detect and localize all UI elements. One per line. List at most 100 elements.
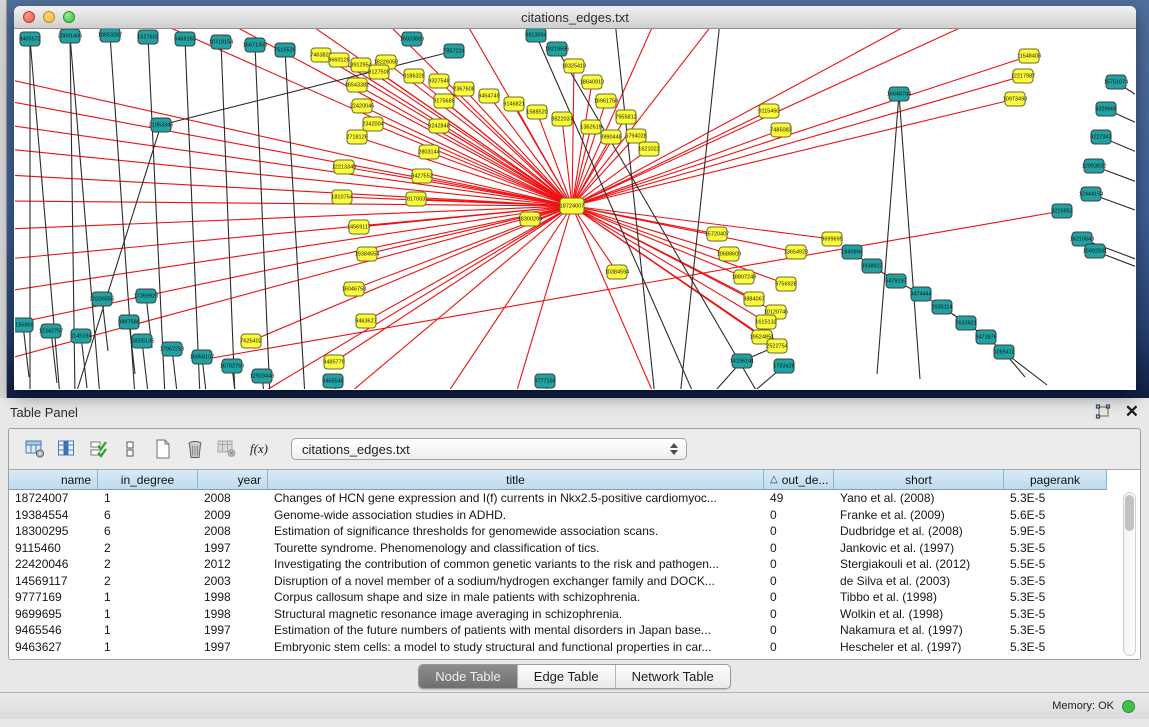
table-cell[interactable]: 0 xyxy=(764,589,834,606)
table-cell[interactable]: 0 xyxy=(764,507,834,524)
table-cell[interactable]: Corpus callosum shape and size in male p… xyxy=(268,589,764,606)
graph-node[interactable]: 18325419 xyxy=(562,59,586,73)
graph-node[interactable]: 12923448 xyxy=(250,369,274,383)
graph-node[interactable]: 7515526 xyxy=(274,43,295,57)
graph-node[interactable]: 16782759 xyxy=(220,359,244,373)
column-header-title[interactable]: title xyxy=(268,470,764,490)
graph-node[interactable]: 16958107 xyxy=(190,350,214,364)
graph-node[interactable]: 15692931 xyxy=(1083,244,1107,258)
table-cell[interactable]: 1998 xyxy=(198,589,268,606)
table-cell[interactable]: Yano et al. (2008) xyxy=(834,490,1004,507)
graph-node[interactable]: 8813054 xyxy=(525,29,546,42)
graph-node[interactable]: 17359928 xyxy=(134,289,158,303)
table-cell[interactable]: 2009 xyxy=(198,507,268,524)
table-cell[interactable]: Embryonic stem cells: a model to study s… xyxy=(268,639,764,656)
graph-node[interactable]: 8938923 xyxy=(861,259,882,273)
graph-node[interactable]: 8990448 xyxy=(600,130,621,144)
graph-node[interactable]: 9175685 xyxy=(433,94,454,108)
table-cell[interactable]: 1 xyxy=(98,639,198,656)
graph-node[interactable]: 2803144 xyxy=(418,145,439,159)
graph-node[interactable]: 1840994 xyxy=(841,245,862,259)
table-cell[interactable]: 2 xyxy=(98,573,198,590)
table-cell[interactable]: 5.5E-5 xyxy=(1004,556,1107,573)
table-cell[interactable]: Structural magnetic resonance image aver… xyxy=(268,606,764,623)
table-cell[interactable]: 2008 xyxy=(198,523,268,540)
graph-node[interactable]: 12217987 xyxy=(1011,69,1035,83)
select-all-columns-button[interactable] xyxy=(85,436,113,462)
table-cell[interactable]: 0 xyxy=(764,556,834,573)
graph-node[interactable]: 8471876 xyxy=(975,330,996,344)
graph-node[interactable]: 9146821 xyxy=(503,97,524,111)
table-row[interactable]: 969969511998Structural magnetic resonanc… xyxy=(9,606,1140,623)
float-window-icon[interactable] xyxy=(1095,404,1111,420)
graph-node[interactable]: 14569117 xyxy=(347,220,371,234)
table-cell[interactable]: 0 xyxy=(764,540,834,557)
table-cell[interactable]: Stergiakouli et al. (2012) xyxy=(834,556,1004,573)
table-cell[interactable]: 19384554 xyxy=(9,507,98,524)
graph-node[interactable]: 12444154 xyxy=(1079,187,1103,201)
graph-node[interactable]: 9463627 xyxy=(355,314,376,328)
table-cell[interactable]: 5.3E-5 xyxy=(1004,589,1107,606)
table-cell[interactable]: 1998 xyxy=(198,606,268,623)
graph-node[interactable]: 6794028 xyxy=(625,129,646,143)
graph-node[interactable]: 1621022 xyxy=(638,142,659,156)
table-cell[interactable]: 0 xyxy=(764,622,834,639)
table-cell[interactable]: Jankovic et al. (1997) xyxy=(834,540,1004,557)
column-header-pagerank[interactable]: pagerank xyxy=(1004,470,1107,490)
table-cell[interactable]: 2 xyxy=(98,556,198,573)
table-cell[interactable]: 5.3E-5 xyxy=(1004,639,1107,656)
graph-node[interactable]: 9897588 xyxy=(118,315,139,329)
table-row[interactable]: 1456911722003Disruption of a novel membe… xyxy=(9,573,1140,590)
graph-node[interactable]: 12342757 xyxy=(39,324,63,338)
table-cell[interactable]: 9699695 xyxy=(9,606,98,623)
graph-node[interactable]: 7485083 xyxy=(770,123,791,137)
graph-node[interactable]: 8215953 xyxy=(1051,204,1072,218)
table-cell[interactable]: 2008 xyxy=(198,490,268,507)
table-cell[interactable]: 22420046 xyxy=(9,556,98,573)
network-canvas[interactable]: 1872400794055722069140610653287152760264… xyxy=(15,29,1135,389)
network-window-titlebar[interactable]: citations_edges.txt xyxy=(14,6,1136,29)
function-builder-button[interactable]: f(x) xyxy=(245,436,273,462)
graph-node[interactable]: 8454749 xyxy=(478,89,499,103)
graph-node[interactable]: 13654923 xyxy=(784,245,808,259)
show-columns-button[interactable] xyxy=(53,436,81,462)
table-row[interactable]: 911546021997Tourette syndrome. Phenomeno… xyxy=(9,540,1140,557)
tab-edge-table[interactable]: Edge Table xyxy=(517,665,615,688)
table-cell[interactable]: 18724007 xyxy=(9,490,98,507)
table-row[interactable]: 946554611997Estimation of the future num… xyxy=(9,622,1140,639)
column-header-in-degree[interactable]: in_degree xyxy=(98,470,198,490)
column-header-short[interactable]: short xyxy=(834,470,1004,490)
tab-node-table[interactable]: Node Table xyxy=(419,665,517,688)
table-cell[interactable]: 0 xyxy=(764,523,834,540)
table-selector-dropdown[interactable]: citations_edges.txt xyxy=(291,438,687,460)
graph-node[interactable]: 1615132 xyxy=(755,315,776,329)
graph-node[interactable]: 22420046 xyxy=(350,99,374,113)
column-header-out-de-[interactable]: △out_de... xyxy=(764,470,834,490)
table-cell[interactable]: 1 xyxy=(98,490,198,507)
delete-table-button[interactable] xyxy=(213,436,241,462)
table-cell[interactable]: Nakamura et al. (1997) xyxy=(834,622,1004,639)
table-cell[interactable]: Genome-wide association studies in ADHD. xyxy=(268,507,764,524)
table-row[interactable]: 977716911998Corpus callosum shape and si… xyxy=(9,589,1140,606)
table-cell[interactable]: 0 xyxy=(764,606,834,623)
graph-node[interactable]: 12093832 xyxy=(1082,159,1106,173)
graph-node[interactable]: 9327548 xyxy=(428,74,449,88)
table-cell[interactable]: Wolkin et al. (1998) xyxy=(834,606,1004,623)
graph-node[interactable]: 1362615 xyxy=(580,120,601,134)
graph-node[interactable]: 6479197 xyxy=(885,274,906,288)
new-row-button[interactable] xyxy=(149,436,177,462)
graph-node[interactable]: 9405572 xyxy=(19,32,40,46)
table-cell[interactable]: Hescheler et al. (1997) xyxy=(834,639,1004,656)
table-cell[interactable]: 1997 xyxy=(198,639,268,656)
graph-node[interactable]: 21953346 xyxy=(149,118,173,132)
graph-node[interactable]: 10653287 xyxy=(98,29,122,42)
graph-node[interactable]: 2718126 xyxy=(346,130,367,144)
table-vertical-scrollbar[interactable] xyxy=(1123,492,1136,656)
table-cell[interactable]: 1 xyxy=(98,589,198,606)
graph-node[interactable]: 2342004 xyxy=(362,117,383,131)
graph-node-hub[interactable]: 18724007 xyxy=(560,198,584,214)
graph-node[interactable]: 16648784 xyxy=(887,87,911,101)
graph-node[interactable]: 18640910 xyxy=(580,75,604,89)
table-cell[interactable]: 0 xyxy=(764,639,834,656)
table-cell[interactable]: 9777169 xyxy=(9,589,98,606)
